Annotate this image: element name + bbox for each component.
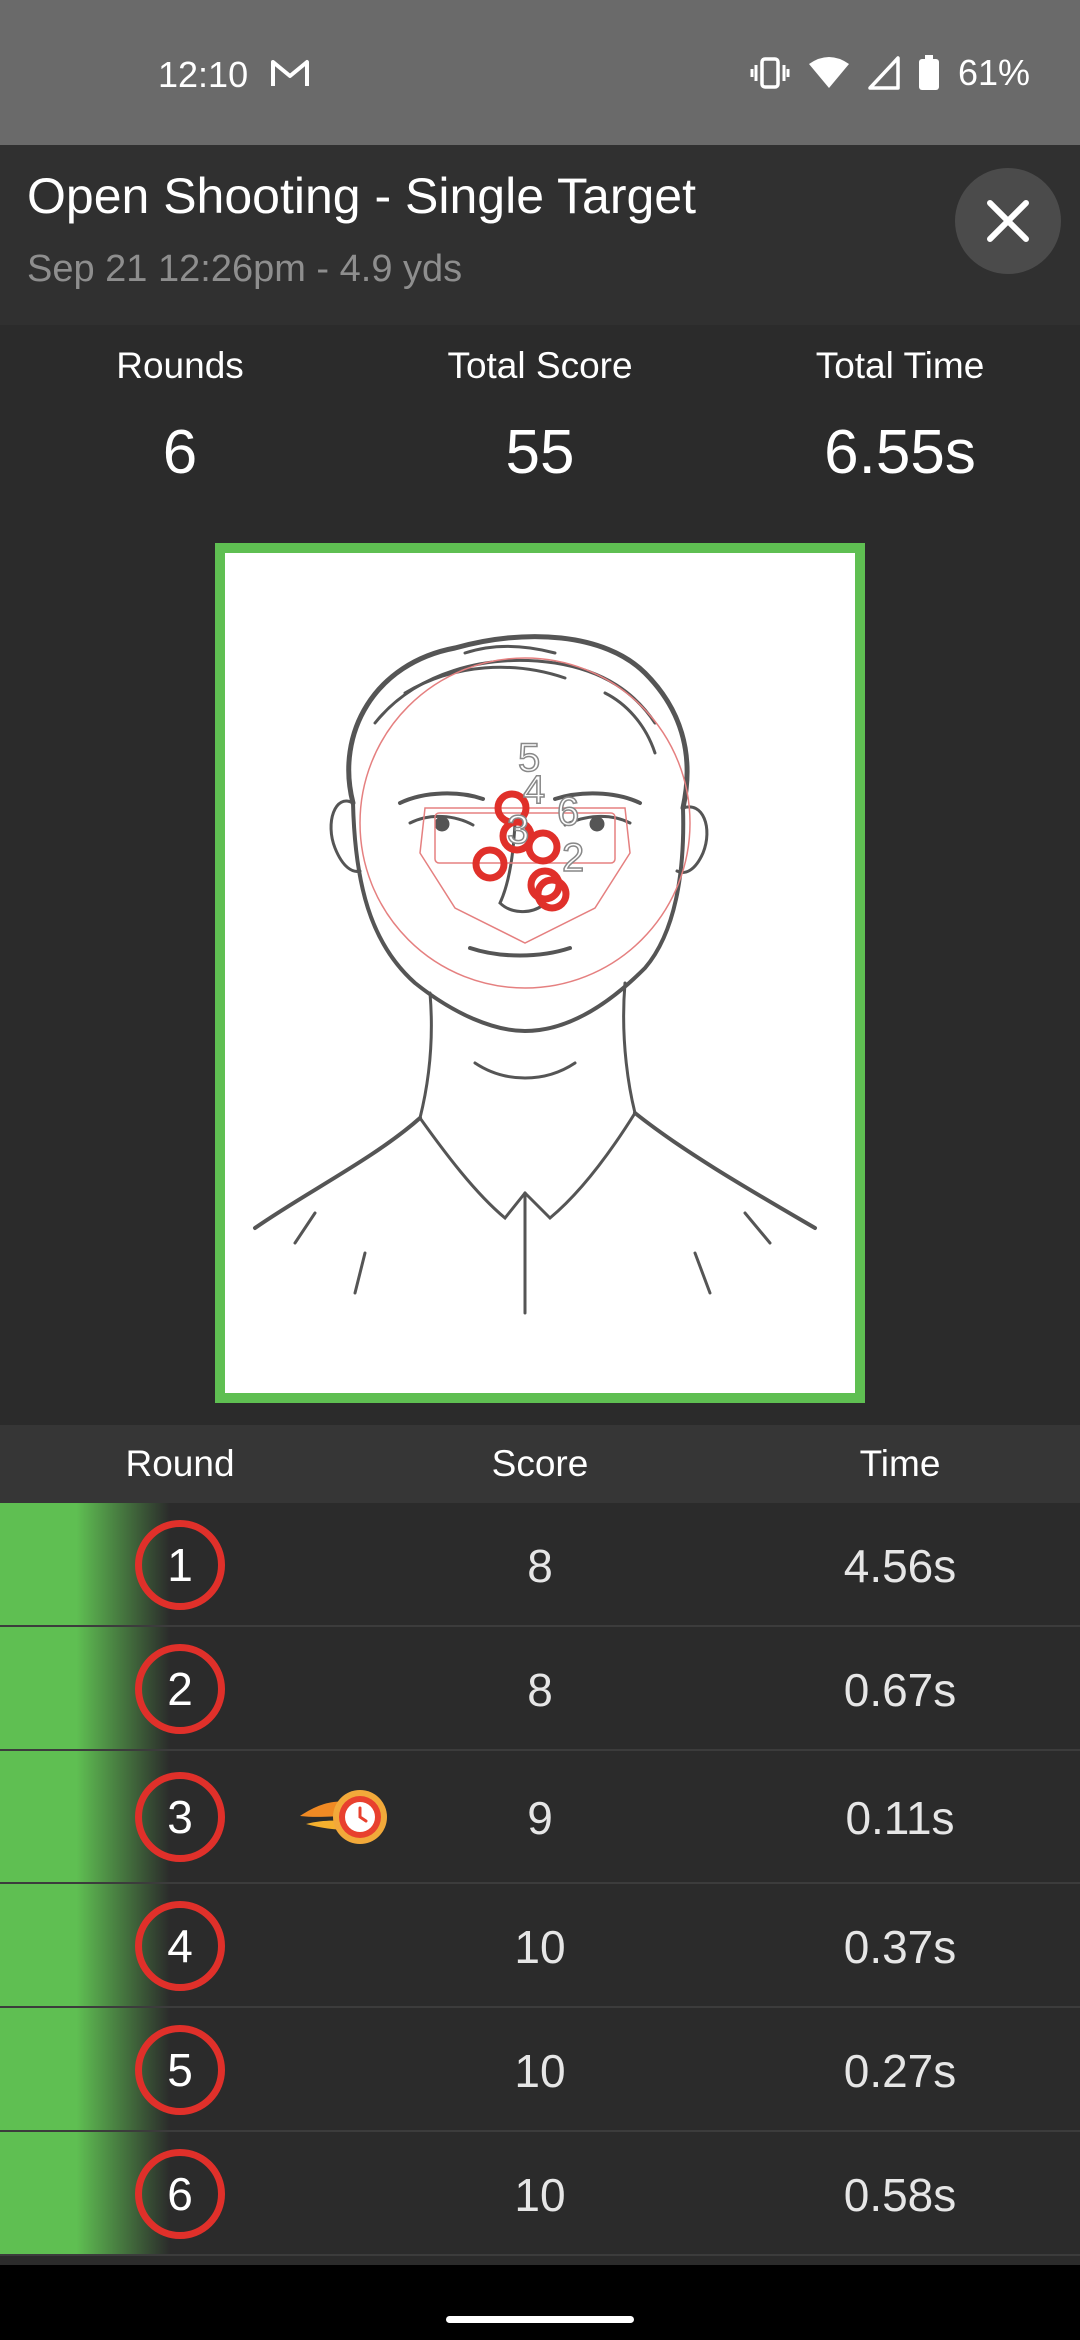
status-time: 12:10 <box>158 54 249 95</box>
header-time: Time <box>859 1443 941 1484</box>
rounds-table-header: Round Score Time <box>0 1425 1080 1503</box>
shot-label-6: 6 <box>557 790 579 834</box>
home-indicator[interactable] <box>446 2316 634 2323</box>
stat-score-value: 55 <box>505 418 575 487</box>
stat-rounds: Rounds 6 <box>0 325 360 488</box>
shot-marker <box>525 829 561 865</box>
row-score: 10 <box>514 1921 566 1973</box>
stat-rounds-value: 6 <box>162 418 198 487</box>
table-row[interactable]: 4 10 0.37s <box>0 1884 1080 2008</box>
stat-score-label: Total Score <box>447 345 633 386</box>
close-icon <box>987 200 1029 242</box>
shot-marker <box>472 846 508 882</box>
table-row[interactable]: 6 10 0.58s <box>0 2132 1080 2256</box>
target-image: 5 4 6 3 2 <box>253 634 817 1315</box>
stat-score: Total Score 55 <box>360 325 720 488</box>
stat-rounds-label: Rounds <box>116 345 244 386</box>
round-number: 2 <box>135 1644 225 1734</box>
status-icons: 61% <box>750 52 1030 94</box>
row-score: 9 <box>527 1792 553 1844</box>
stat-time-label: Total Time <box>815 345 985 386</box>
shot-label-2: 2 <box>562 836 584 880</box>
round-number: 6 <box>135 2149 225 2239</box>
row-time: 0.67s <box>843 1664 957 1716</box>
target-frame[interactable]: 5 4 6 3 2 <box>215 543 865 1403</box>
header-score: Score <box>491 1443 589 1484</box>
navigation-bar <box>0 2265 1080 2340</box>
table-row[interactable]: 5 10 0.27s <box>0 2008 1080 2132</box>
page-title: Open Shooting - Single Target <box>27 168 696 224</box>
round-number: 4 <box>135 1901 225 1991</box>
round-number: 5 <box>135 2025 225 2115</box>
shot-label-3: 3 <box>507 808 529 852</box>
battery-icon <box>918 55 939 90</box>
table-row[interactable]: 3 9 0.11s <box>0 1751 1080 1884</box>
header-round: Round <box>125 1443 235 1484</box>
round-number: 3 <box>135 1772 225 1862</box>
stat-time: Total Time 6.55s <box>720 325 1080 488</box>
wifi-icon <box>808 57 849 88</box>
status-bar: 12:10 61% <box>0 0 1080 145</box>
row-score: 10 <box>514 2045 566 2097</box>
signal-icon <box>868 56 900 90</box>
row-time: 0.27s <box>843 2045 957 2097</box>
row-time: 0.58s <box>843 2169 957 2221</box>
row-time: 4.56s <box>843 1540 957 1592</box>
vibrate-icon <box>750 57 790 89</box>
table-row[interactable]: 1 8 4.56s <box>0 1503 1080 1627</box>
round-number: 1 <box>135 1520 225 1610</box>
table-row[interactable]: 2 8 0.67s <box>0 1627 1080 1751</box>
row-score: 8 <box>527 1540 553 1592</box>
row-score: 8 <box>527 1664 553 1716</box>
session-header: Open Shooting - Single Target Sep 21 12:… <box>0 145 1080 325</box>
close-button[interactable] <box>955 168 1061 274</box>
session-subtitle: Sep 21 12:26pm - 4.9 yds <box>27 248 463 290</box>
gmail-icon <box>271 60 309 86</box>
battery-percent: 61% <box>957 52 1030 93</box>
stat-time-value: 6.55s <box>824 418 976 487</box>
row-time: 0.37s <box>843 1921 957 1973</box>
row-score: 10 <box>514 2169 566 2221</box>
row-time: 0.11s <box>845 1792 955 1844</box>
shot-label-4: 4 <box>523 768 545 812</box>
summary-stats: Rounds 6 Total Score 55 Total Time 6.55s <box>0 325 1080 540</box>
